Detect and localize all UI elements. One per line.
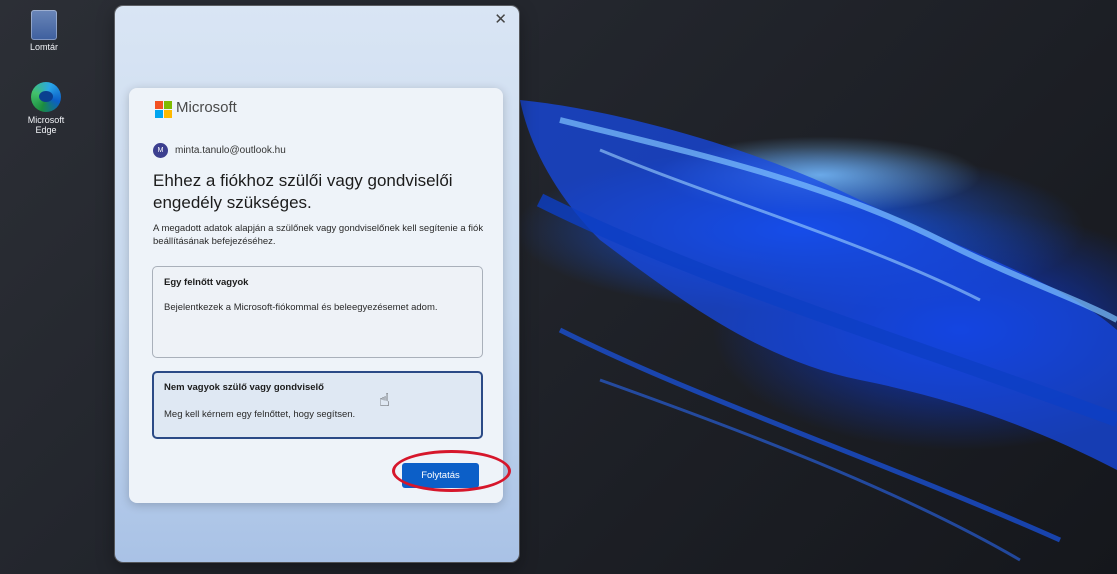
- desktop-icon-edge[interactable]: Microsoft Edge: [14, 82, 78, 135]
- option-title: Nem vagyok szülő vagy gondviselő: [164, 382, 324, 393]
- page-title: Ehhez a fiókhoz szülői vagy gondviselői …: [153, 171, 453, 212]
- hand-cursor-icon: ☝: [379, 390, 390, 410]
- close-icon[interactable]: ✕: [494, 10, 507, 28]
- desktop-icon-label: Microsoft Edge: [27, 115, 65, 135]
- consent-card: Microsoft M minta.tanulo@outlook.hu Ehhe…: [129, 88, 511, 503]
- desktop-icon-recycle-bin[interactable]: Lomtár: [12, 10, 76, 52]
- avatar: M: [153, 143, 168, 158]
- edge-icon: [31, 82, 61, 112]
- option-adult[interactable]: Egy felnőtt vagyok Bejelentkezek a Micro…: [152, 266, 483, 358]
- brand-name: Microsoft: [176, 99, 237, 116]
- annotation-highlight-ring: [392, 450, 511, 492]
- option-title: Egy felnőtt vagyok: [164, 277, 249, 288]
- setup-window: ✕ Microsoft M minta.tanulo@outlook.hu Eh…: [115, 6, 519, 562]
- microsoft-logo-icon: [155, 101, 172, 118]
- account-email: minta.tanulo@outlook.hu: [175, 145, 286, 156]
- option-text: Meg kell kérnem egy felnőttet, hogy segí…: [164, 409, 356, 420]
- option-not-guardian[interactable]: Nem vagyok szülő vagy gondviselő Meg kel…: [152, 371, 483, 439]
- desktop-icon-label: Lomtár: [29, 42, 58, 52]
- page-description: A megadott adatok alapján a szülőnek vag…: [153, 223, 484, 247]
- account-chip: M minta.tanulo@outlook.hu: [153, 143, 286, 158]
- option-text: Bejelentkezek a Microsoft-fiókommal és b…: [164, 302, 438, 313]
- recycle-bin-icon: [31, 10, 57, 40]
